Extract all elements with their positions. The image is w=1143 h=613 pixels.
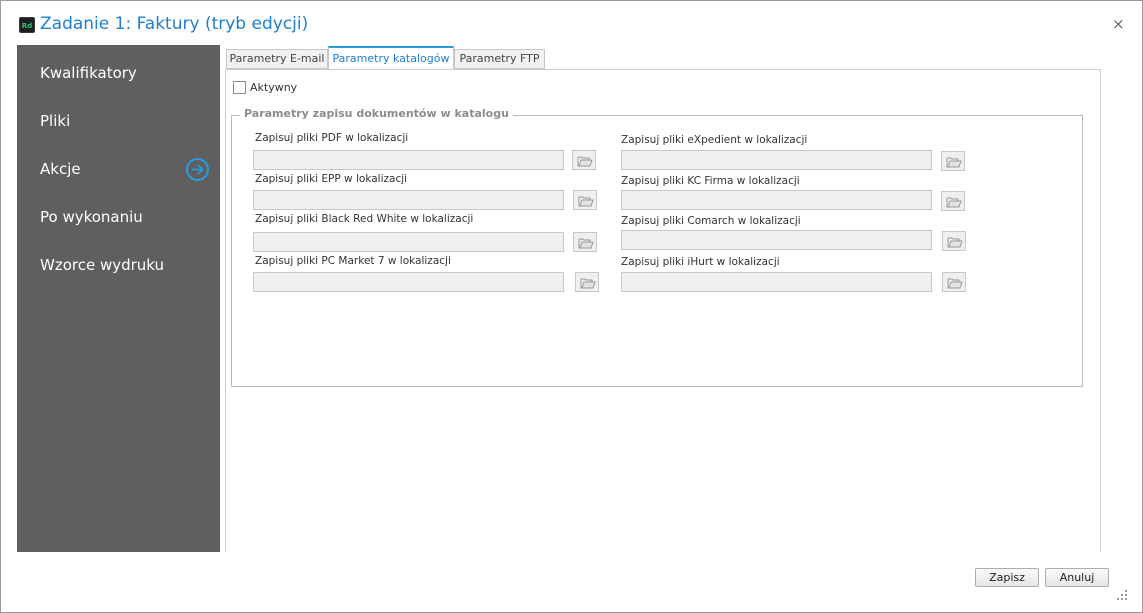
ihurt-location-label: Zapisuj pliki iHurt w lokalizacji (621, 256, 780, 268)
comarch-location-input[interactable] (621, 230, 932, 250)
close-icon[interactable]: × (1112, 16, 1125, 33)
pcmarket-location-input[interactable] (253, 272, 564, 292)
folder-open-icon (580, 278, 596, 289)
tab-parametry-email[interactable]: Parametry E-mail (226, 49, 328, 69)
cancel-button[interactable]: Anuluj (1045, 568, 1109, 587)
epp-browse-button[interactable] (573, 190, 597, 210)
app-logo-icon: Rd (19, 17, 35, 33)
resize-grip-icon[interactable] (1116, 586, 1128, 600)
kcfirma-location-input[interactable] (621, 190, 932, 210)
pdf-location-input[interactable] (253, 150, 564, 170)
expedient-location-input[interactable] (621, 150, 932, 170)
folder-open-icon (946, 197, 962, 208)
tab-parametry-katalogow[interactable]: Parametry katalogów (328, 46, 454, 70)
group-title: Parametry zapisu dokumentów w katalogu (240, 107, 513, 120)
folder-open-icon (946, 157, 962, 168)
brw-location-label: Zapisuj pliki Black Red White w lokaliza… (255, 213, 474, 225)
pcmarket-location-label: Zapisuj pliki PC Market 7 w lokalizacji (255, 255, 451, 267)
pdf-location-label: Zapisuj pliki PDF w lokalizacji (255, 132, 409, 144)
pdf-browse-button[interactable] (572, 150, 596, 170)
folder-open-icon (578, 196, 594, 207)
comarch-browse-button[interactable] (942, 231, 966, 251)
sidebar-item-kwalifikatory[interactable]: Kwalifikatory (40, 64, 137, 82)
epp-location-label: Zapisuj pliki EPP w lokalizacji (255, 173, 408, 185)
sidebar-item-po-wykonaniu[interactable]: Po wykonaniu (40, 208, 143, 226)
folder-open-icon (577, 156, 593, 167)
tab-parametry-ftp[interactable]: Parametry FTP (454, 49, 545, 69)
sidebar-item-wzorce-wydruku[interactable]: Wzorce wydruku (40, 256, 164, 274)
kcfirma-location-label: Zapisuj pliki KC Firma w lokalizacji (621, 175, 800, 187)
expedient-location-label: Zapisuj pliki eXpedient w lokalizacji (621, 134, 808, 146)
window-title: Zadanie 1: Faktury (tryb edycji) (40, 14, 309, 34)
folder-open-icon (578, 238, 594, 249)
epp-location-input[interactable] (253, 190, 564, 210)
expedient-browse-button[interactable] (941, 151, 965, 171)
ihurt-location-input[interactable] (621, 272, 932, 292)
sidebar-item-pliki[interactable]: Pliki (40, 112, 70, 130)
sidebar-item-akcje[interactable]: Akcje (40, 160, 81, 178)
active-checkbox-label[interactable]: Aktywny (250, 81, 297, 94)
active-checkbox[interactable] (233, 81, 246, 94)
sidebar: Kwalifikatory Pliki Akcje Po wykonaniu W… (17, 45, 220, 552)
save-button[interactable]: Zapisz (975, 568, 1039, 587)
brw-location-input[interactable] (253, 232, 564, 252)
arrow-right-circle-icon (186, 158, 209, 181)
brw-browse-button[interactable] (573, 232, 597, 252)
folder-open-icon (947, 278, 963, 289)
comarch-location-label: Zapisuj pliki Comarch w lokalizacji (621, 215, 801, 227)
kcfirma-browse-button[interactable] (941, 191, 965, 211)
ihurt-browse-button[interactable] (942, 272, 966, 292)
pcmarket-browse-button[interactable] (575, 272, 599, 292)
folder-open-icon (947, 237, 963, 248)
